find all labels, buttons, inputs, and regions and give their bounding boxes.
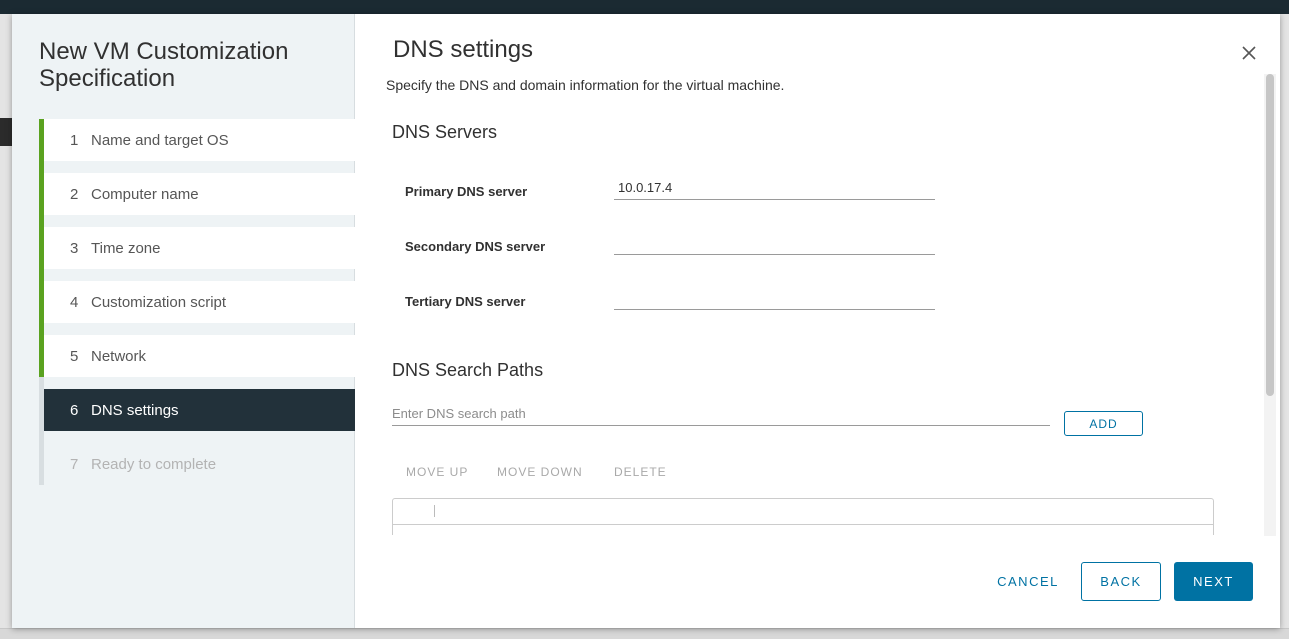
- step-label: Customization script: [91, 293, 227, 311]
- close-button[interactable]: [1236, 40, 1262, 66]
- secondary-dns-label: Secondary DNS server: [405, 239, 546, 254]
- step-number: 7: [70, 455, 79, 473]
- wizard-dialog: New VM Customization Specification 1 Nam…: [12, 14, 1280, 628]
- grid-header: [393, 499, 1213, 525]
- dns-servers-heading: DNS Servers: [392, 122, 498, 142]
- content-scroll-area: DNS Servers Primary DNS server Secondary…: [356, 104, 1266, 535]
- step-customization-script[interactable]: 4 Customization script: [39, 281, 355, 335]
- move-down-button[interactable]: MOVE DOWN: [497, 465, 583, 479]
- step-number: 2: [70, 185, 79, 203]
- step-label: Network: [91, 347, 147, 365]
- content-scrollbar[interactable]: [1264, 74, 1276, 536]
- background-header: [0, 0, 1289, 14]
- tertiary-dns-field[interactable]: [614, 286, 935, 310]
- cancel-button[interactable]: CANCEL: [990, 562, 1066, 601]
- dns-search-path-input[interactable]: [392, 402, 1050, 426]
- primary-dns-label: Primary DNS server: [405, 184, 528, 199]
- primary-dns-field[interactable]: [614, 176, 935, 200]
- step-label: DNS settings: [91, 401, 179, 419]
- wizard-content: DNS settings Specify the DNS and domain …: [356, 14, 1280, 628]
- step-number: 5: [70, 347, 79, 365]
- secondary-dns-field[interactable]: [614, 231, 935, 255]
- delete-button[interactable]: DELETE: [614, 465, 667, 479]
- dns-search-paths-heading: DNS Search Paths: [392, 360, 544, 380]
- page-subtitle: Specify the DNS and domain information f…: [386, 77, 785, 93]
- wizard-title: New VM Customization Specification: [39, 38, 289, 92]
- wizard-steps: 1 Name and target OS 2 Computer name 3 T…: [39, 119, 355, 497]
- wizard-sidebar: New VM Customization Specification 1 Nam…: [12, 14, 355, 628]
- scrollbar-thumb[interactable]: [1266, 74, 1274, 396]
- step-number: 3: [70, 239, 79, 257]
- tertiary-dns-label: Tertiary DNS server: [405, 294, 526, 309]
- step-label: Name and target OS: [91, 131, 229, 149]
- back-button[interactable]: BACK: [1081, 562, 1161, 601]
- close-icon: [1242, 46, 1256, 60]
- step-name-and-target-os[interactable]: 1 Name and target OS: [39, 119, 355, 173]
- next-button[interactable]: NEXT: [1174, 562, 1253, 601]
- step-label: Computer name: [91, 185, 199, 203]
- step-number: 1: [70, 131, 79, 149]
- step-network[interactable]: 5 Network: [39, 335, 355, 389]
- step-number: 4: [70, 293, 79, 311]
- page-title: DNS settings: [393, 36, 534, 63]
- step-label: Time zone: [91, 239, 161, 257]
- grid-column-separator[interactable]: [434, 505, 435, 517]
- add-search-path-button[interactable]: ADD: [1064, 411, 1143, 436]
- step-label: Ready to complete: [91, 455, 217, 473]
- step-number: 6: [70, 401, 79, 419]
- step-time-zone[interactable]: 3 Time zone: [39, 227, 355, 281]
- move-up-button[interactable]: MOVE UP: [406, 465, 468, 479]
- step-computer-name[interactable]: 2 Computer name: [39, 173, 355, 227]
- step-ready-to-complete: 7 Ready to complete: [39, 443, 355, 485]
- step-dns-settings[interactable]: 6 DNS settings: [39, 389, 355, 443]
- background-footer: [0, 628, 1289, 639]
- search-paths-grid: [392, 498, 1214, 535]
